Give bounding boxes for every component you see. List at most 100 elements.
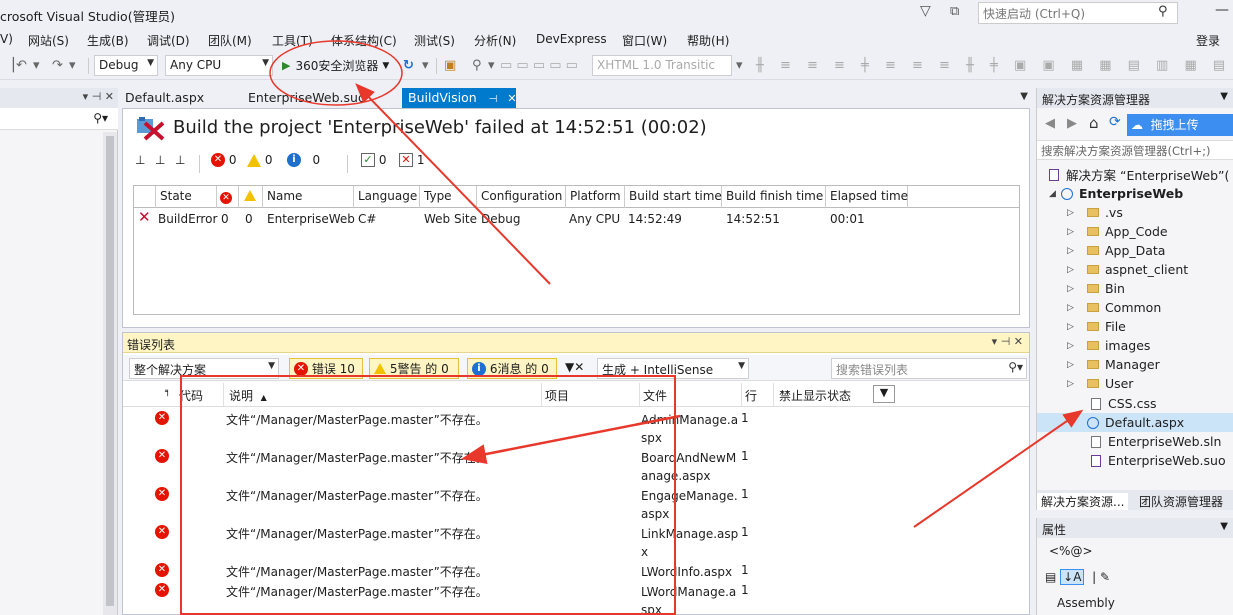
undo-icon[interactable]: ↶ xyxy=(16,58,27,73)
messages-count[interactable]: i 0 xyxy=(287,153,320,167)
column-filter-icon[interactable]: ▼ xyxy=(873,385,895,403)
tree-item-folder[interactable]: ▷ File xyxy=(1067,317,1126,336)
redo-dropdown-icon[interactable]: ▾ xyxy=(69,58,76,73)
tree-item-project[interactable]: ◢ EnterpriseWeb xyxy=(1049,184,1183,203)
column-errors[interactable]: ✕ xyxy=(217,186,239,208)
quick-launch-input[interactable]: 快速启动 (Ctrl+Q) xyxy=(978,2,1178,24)
tab-solution-explorer[interactable]: 解决方案资源... xyxy=(1037,493,1129,510)
column-warnings[interactable] xyxy=(239,186,263,208)
feedback-icon[interactable]: ⧉ xyxy=(950,4,959,19)
forward-icon[interactable]: ▶ xyxy=(1067,116,1077,131)
properties-object[interactable]: <%@> xyxy=(1049,544,1093,558)
scrollbar-thumb[interactable] xyxy=(106,136,114,606)
column-suppression[interactable]: 禁止显示状态 xyxy=(779,387,851,404)
errors-count[interactable]: ✕ 0 xyxy=(211,153,236,167)
error-search-input[interactable]: 搜索错误列表 ⚲▾ xyxy=(831,358,1027,379)
back-icon[interactable]: ◀ xyxy=(1045,116,1055,131)
column-description[interactable]: 说明 ▲ xyxy=(229,387,267,404)
tree-item-file[interactable]: EnterpriseWeb.suo xyxy=(1091,451,1226,470)
run-browser-button[interactable]: ▶ 360安全浏览器 ▼ xyxy=(278,55,393,76)
collapsed-arrow-icon[interactable]: ▷ xyxy=(1067,322,1079,332)
refresh-icon[interactable]: ↻ xyxy=(403,58,414,73)
column-state[interactable]: State xyxy=(156,186,217,208)
build-filter-select[interactable]: 生成 + IntelliSense ▼ xyxy=(597,358,749,379)
refresh-dropdown-icon[interactable]: ▾ xyxy=(422,58,429,73)
collapsed-arrow-icon[interactable]: ▷ xyxy=(1067,208,1079,218)
menu-help[interactable]: 帮助(H) xyxy=(687,32,729,49)
alphabetical-icon[interactable]: ↓A xyxy=(1060,569,1085,585)
schema-dropdown-icon[interactable]: ▾ xyxy=(736,58,743,73)
collapsed-arrow-icon[interactable]: ▷ xyxy=(1067,303,1079,313)
tree-item-folder[interactable]: ▷ Manager xyxy=(1067,355,1160,374)
failed-count[interactable]: ✕ 1 xyxy=(399,153,424,167)
collapsed-arrow-icon[interactable]: ▷ xyxy=(1067,246,1079,256)
menu-analyze[interactable]: 分析(N) xyxy=(474,32,516,49)
categorized-icon[interactable]: ▤ xyxy=(1045,570,1056,584)
redo-icon[interactable]: ↷ xyxy=(52,58,63,73)
sync-icon[interactable]: ⟳ xyxy=(1109,114,1121,130)
warnings-filter-button[interactable]: 5警告 的 0 xyxy=(369,358,459,379)
collapsed-arrow-icon[interactable]: ▷ xyxy=(1067,341,1079,351)
scrollbar[interactable] xyxy=(103,132,117,615)
column-platform[interactable]: Platform xyxy=(566,186,625,208)
column-line[interactable]: 行 xyxy=(745,387,757,404)
menu-window[interactable]: 窗口(W) xyxy=(622,32,667,49)
panel-controls[interactable]: ▾ ⊣ ✕ xyxy=(992,335,1023,348)
tree-item-folder[interactable]: ▷ User xyxy=(1067,374,1133,393)
menu-devexpress[interactable]: DevExpress xyxy=(536,32,607,46)
collapsed-arrow-icon[interactable]: ▷ xyxy=(1067,360,1079,370)
tab-default-aspx[interactable]: Default.aspx xyxy=(119,88,210,108)
tabs-overflow-icon[interactable]: ▼ xyxy=(1020,91,1028,102)
tree-item-solution[interactable]: 解决方案 “EnterpriseWeb”( xyxy=(1049,165,1229,184)
filter-icon[interactable]: ▽ xyxy=(920,3,936,21)
messages-filter-button[interactable]: i 6消息 的 0 xyxy=(467,358,557,379)
column-configuration[interactable]: Configuration xyxy=(477,186,566,208)
menu-view[interactable]: V) xyxy=(0,32,13,46)
tree-item-folder[interactable]: ▷ App_Data xyxy=(1067,241,1165,260)
tab-team-explorer[interactable]: 团队资源管理器 xyxy=(1139,493,1223,510)
collapsed-arrow-icon[interactable]: ▷ xyxy=(1067,227,1079,237)
chevron-down-icon[interactable]: ▼ xyxy=(1220,521,1228,532)
undo-dropdown-icon[interactable]: ▾ xyxy=(33,58,40,73)
browser-link-icon[interactable]: ▣ xyxy=(444,58,456,73)
tree-item-folder[interactable]: ▷ aspnet_client xyxy=(1067,260,1188,279)
column-build-start[interactable]: Build start time xyxy=(625,186,722,208)
minimize-button[interactable]: — xyxy=(1215,2,1229,18)
menu-architecture[interactable]: 体系结构(C) xyxy=(331,32,397,49)
scope-select[interactable]: 整个解决方案 ▼ xyxy=(129,358,279,379)
menu-website[interactable]: 网站(S) xyxy=(28,32,69,49)
build-solution-icon[interactable]: ⊥ xyxy=(135,153,145,167)
tab-enterpriseweb-suo[interactable]: EnterpriseWeb.suo xyxy=(242,88,372,108)
properties-toolbar[interactable]: ▤ ↓A | ✎ xyxy=(1045,569,1110,585)
tree-item-folder[interactable]: ▷ .vs xyxy=(1067,203,1123,222)
wrench-icon[interactable]: ✎ xyxy=(1100,570,1110,584)
collapsed-arrow-icon[interactable]: ▷ xyxy=(1067,284,1079,294)
pin-icon[interactable]: ⊣ xyxy=(489,94,498,105)
menu-team[interactable]: 团队(M) xyxy=(208,32,252,49)
menu-test[interactable]: 测试(S) xyxy=(414,32,455,49)
find-dropdown-icon[interactable]: ▾ xyxy=(488,58,495,73)
tree-item-folder[interactable]: ▷ Common xyxy=(1067,298,1161,317)
errors-filter-button[interactable]: ✕ 错误 10 xyxy=(289,358,363,379)
column-type[interactable]: Type xyxy=(420,186,477,208)
column-code[interactable]: 代码 xyxy=(179,387,203,404)
clean-solution-icon[interactable]: ⊥ xyxy=(175,153,185,167)
column-elapsed[interactable]: Elapsed time xyxy=(826,186,908,208)
expanded-arrow-icon[interactable]: ◢ xyxy=(1049,189,1061,199)
html-schema-select[interactable]: XHTML 1.0 Transitic xyxy=(592,55,732,76)
menu-build[interactable]: 生成(B) xyxy=(87,32,129,49)
tree-item-folder[interactable]: ▷ App_Code xyxy=(1067,222,1168,241)
column-build-finish[interactable]: Build finish time xyxy=(722,186,826,208)
tree-item-file[interactable]: CSS.css xyxy=(1091,394,1156,413)
tree-item-folder[interactable]: ▷ images xyxy=(1067,336,1150,355)
solution-search-input[interactable]: 搜索解决方案资源管理器(Ctrl+;) xyxy=(1037,140,1233,160)
tree-item-file[interactable]: Default.aspx xyxy=(1087,413,1184,432)
column-project[interactable]: 项目 xyxy=(545,387,569,404)
warnings-count[interactable]: 0 xyxy=(247,153,272,167)
tree-item-folder[interactable]: ▷ Bin xyxy=(1067,279,1125,298)
collapsed-arrow-icon[interactable]: ▷ xyxy=(1067,265,1079,275)
succeeded-count[interactable]: ✓ 0 xyxy=(361,153,386,167)
filter-toggle-icon[interactable]: ▼✕ xyxy=(565,360,584,374)
menu-tools[interactable]: 工具(T) xyxy=(272,32,313,49)
menu-debug[interactable]: 调试(D) xyxy=(147,32,190,49)
